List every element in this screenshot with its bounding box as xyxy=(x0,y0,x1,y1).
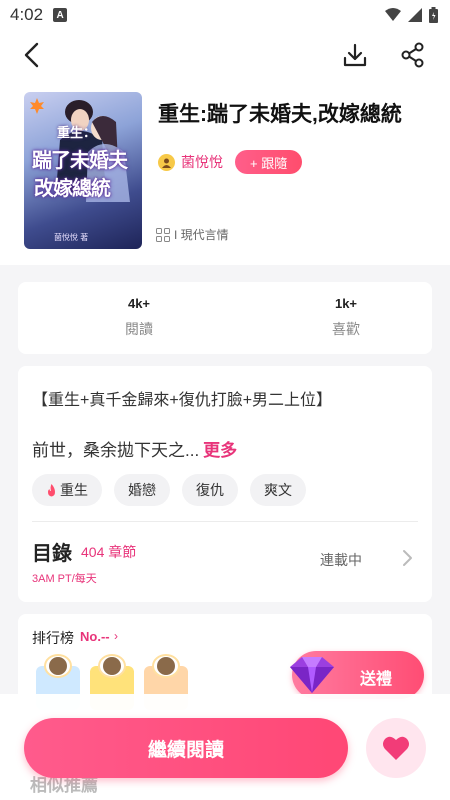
category-grid-icon xyxy=(156,227,170,242)
ranking-number[interactable]: No.-- xyxy=(80,629,110,644)
tag-label: 重生 xyxy=(60,482,88,498)
update-schedule: 3AM PT/每天 xyxy=(32,573,97,585)
send-gift-label: 送禮 xyxy=(360,671,393,688)
stats-card: 4k+ 閱讀 1k+ 喜歡 xyxy=(18,282,432,354)
book-cover[interactable]: 重生： 踹了未婚夫 改嫁總統 菌悅悅 著 xyxy=(24,92,142,249)
status-bar: 4:02 A xyxy=(0,0,450,30)
likes-stat: 1k+ 喜歡 xyxy=(286,296,406,339)
likes-label: 喜歡 xyxy=(332,321,360,337)
ranking-label[interactable]: 排行榜 xyxy=(32,628,74,648)
reads-stat: 4k+ 閱讀 xyxy=(79,296,199,339)
synopsis: 前世，桑余拋下天之... 更多 xyxy=(32,436,237,461)
signal-icon xyxy=(408,8,422,22)
chevron-right-icon xyxy=(403,550,412,566)
download-icon xyxy=(343,43,367,67)
cover-subtitle: 重生： xyxy=(57,126,97,141)
chevron-right-icon: › xyxy=(114,629,118,643)
genre-label[interactable]: I 現代言情 xyxy=(174,226,229,243)
app-notification-icon: A xyxy=(53,8,68,22)
tag-list: 重生 婚戀 復仇 爽文 xyxy=(32,474,306,506)
tag-chip[interactable]: 重生 xyxy=(32,474,102,506)
book-title: 重生:踹了未婚夫,改嫁總統 xyxy=(158,103,402,126)
book-header: 重生： 踹了未婚夫 改嫁總統 菌悅悅 著 重生:踹了未婚夫,改嫁總統 菌悅悅 +… xyxy=(0,80,450,265)
chapter-count: 404 章節 xyxy=(81,544,137,560)
supporter-face xyxy=(44,654,72,678)
synopsis-text: 前世，桑余拋下天之... xyxy=(32,441,200,460)
favorite-button[interactable] xyxy=(366,718,426,778)
download-button[interactable] xyxy=(340,40,370,70)
status-time: 4:02 xyxy=(10,5,44,24)
author-avatar-icon xyxy=(162,158,171,168)
tag-chip[interactable]: 爽文 xyxy=(250,474,306,506)
tag-chip[interactable]: 復仇 xyxy=(182,474,238,506)
divider xyxy=(32,521,418,522)
back-button[interactable] xyxy=(18,40,48,70)
reads-count: 4k+ xyxy=(127,296,151,311)
wifi-icon xyxy=(385,8,401,21)
detail-card: 【重生+真千金歸來+復仇打臉+男二上位】 前世，桑余拋下天之... 更多 重生 婚… xyxy=(18,366,432,602)
tag-chip[interactable]: 婚戀 xyxy=(114,474,170,506)
top-app-bar xyxy=(0,30,450,80)
continue-reading-button[interactable]: 繼續閱讀 xyxy=(24,718,348,778)
likes-count: 1k+ xyxy=(334,296,358,311)
author-row: 菌悅悅 + 跟隨 xyxy=(158,150,303,174)
author-avatar[interactable] xyxy=(158,153,175,171)
battery-icon xyxy=(429,7,438,23)
share-icon xyxy=(401,42,424,68)
book-tagline: 【重生+真千金歸來+復仇打臉+男二上位】 xyxy=(32,392,333,409)
table-of-contents-row[interactable]: 目錄 404 章節 3AM PT/每天 連載中 xyxy=(32,534,422,594)
author-name[interactable]: 菌悅悅 xyxy=(181,152,223,172)
cover-author: 菌悅悅 著 xyxy=(54,233,89,242)
serial-status: 連載中 xyxy=(320,552,362,568)
heart-icon xyxy=(383,736,409,760)
more-link[interactable]: 更多 xyxy=(203,441,237,460)
cover-title-line2: 改嫁總統 xyxy=(34,176,111,200)
follow-button[interactable]: + 跟隨 xyxy=(235,150,303,174)
supporter-face xyxy=(152,654,180,678)
gem-icon xyxy=(290,657,334,693)
cover-title-line1: 踹了未婚夫 xyxy=(32,148,128,172)
genre-row: I 現代言情 xyxy=(156,226,229,243)
reads-label: 閱讀 xyxy=(125,321,153,337)
supporter-face xyxy=(98,654,126,678)
share-button[interactable] xyxy=(398,40,428,70)
fire-icon xyxy=(48,483,55,496)
toc-title: 目錄 xyxy=(32,543,72,565)
back-arrow-icon xyxy=(24,42,39,68)
